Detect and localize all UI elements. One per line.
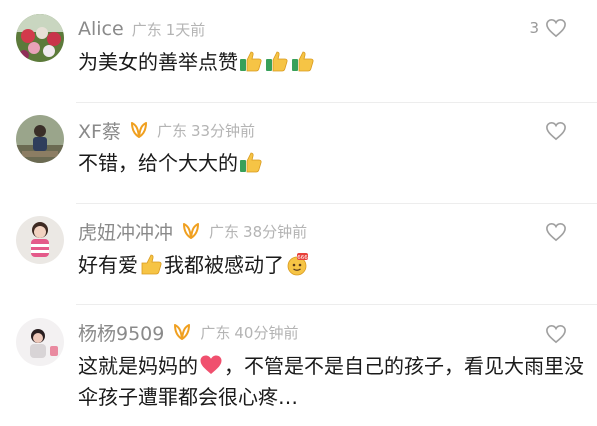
location-label: 广东 bbox=[209, 222, 240, 241]
avatar[interactable] bbox=[16, 318, 64, 366]
badge-icon bbox=[181, 221, 201, 241]
thumbs-up-icon bbox=[239, 150, 263, 174]
avatar[interactable] bbox=[16, 14, 64, 62]
timestamp: 38分钟前 bbox=[243, 222, 308, 241]
666-emoji-icon: 666 bbox=[285, 252, 309, 276]
comment-text: 不错，给个大大的 bbox=[78, 148, 590, 179]
comment-item: Alice 广东 1天前 3 为美女的善举点赞 bbox=[0, 0, 597, 100]
comment-item: 虎妞冲冲冲 广东 38分钟前 好有爱 我都被感动了 666 bbox=[0, 203, 597, 303]
heart-outline-icon bbox=[546, 222, 566, 242]
heart-outline-icon bbox=[546, 121, 566, 141]
comment-header: Alice 广东 1天前 bbox=[78, 14, 205, 44]
thumbs-up-icon bbox=[265, 49, 289, 73]
username[interactable]: 虎妞冲冲冲 bbox=[78, 218, 173, 245]
like-count: 3 bbox=[529, 19, 539, 37]
username[interactable]: 杨杨9509 bbox=[78, 319, 164, 346]
comment-item: XF蔡 广东 33分钟前 不错，给个大大的 bbox=[0, 102, 597, 202]
like-button[interactable]: 3 bbox=[529, 18, 567, 38]
heart-outline-icon bbox=[546, 18, 566, 38]
username[interactable]: XF蔡 bbox=[78, 117, 121, 144]
comment-text-content: 不错，给个大大的 bbox=[78, 151, 238, 175]
location-label: 广东 bbox=[131, 20, 162, 39]
comment-item: 杨杨9509 广东 40分钟前 这就是妈妈的 ，不管是不是自己的孩子，看见大雨里没… bbox=[0, 304, 597, 426]
heart-icon bbox=[199, 353, 223, 377]
avatar[interactable] bbox=[16, 115, 64, 163]
like-button[interactable] bbox=[539, 121, 567, 141]
comment-header: XF蔡 广东 33分钟前 bbox=[78, 115, 255, 145]
thumbs-up-icon bbox=[291, 49, 315, 73]
comment-header: 虎妞冲冲冲 广东 38分钟前 bbox=[78, 216, 307, 246]
badge-icon bbox=[129, 120, 149, 140]
location-label: 广东 bbox=[156, 121, 187, 140]
comment-text: 为美女的善举点赞 bbox=[78, 47, 590, 78]
timestamp: 40分钟前 bbox=[234, 323, 299, 342]
timestamp: 33分钟前 bbox=[190, 121, 256, 140]
avatar[interactable] bbox=[16, 216, 64, 264]
comment-header: 杨杨9509 广东 40分钟前 bbox=[78, 317, 298, 347]
comment-text-content: 为美女的善举点赞 bbox=[78, 50, 238, 74]
thumbs-up-icon bbox=[239, 49, 263, 73]
comment-text-content: 这就是妈妈的 bbox=[78, 354, 198, 378]
username[interactable]: Alice bbox=[78, 18, 124, 40]
comment-text: 这就是妈妈的 ，不管是不是自己的孩子，看见大雨里没伞孩子遭罪都会很心疼… bbox=[78, 351, 590, 413]
location-label: 广东 bbox=[200, 323, 231, 342]
like-button[interactable] bbox=[539, 222, 567, 242]
thumbs-up-icon bbox=[139, 252, 163, 276]
badge-icon bbox=[172, 322, 192, 342]
svg-text:666: 666 bbox=[297, 255, 308, 261]
comment-text: 好有爱 我都被感动了 666 bbox=[78, 250, 590, 281]
heart-outline-icon bbox=[546, 324, 566, 344]
comment-text-content: 好有爱 bbox=[78, 253, 138, 277]
like-button[interactable] bbox=[539, 324, 567, 344]
comment-text-content-2: 我都被感动了 bbox=[164, 253, 284, 277]
timestamp: 1天前 bbox=[165, 20, 206, 39]
